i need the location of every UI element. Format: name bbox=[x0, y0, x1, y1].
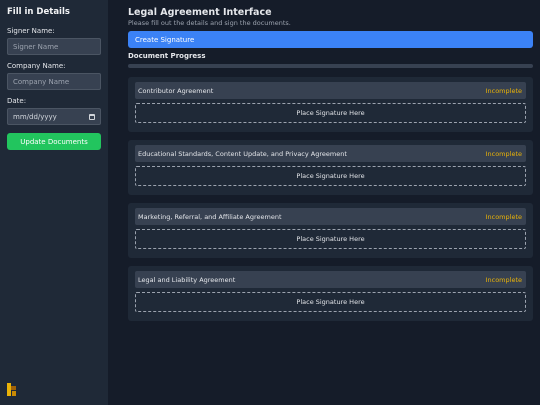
create-signature-button[interactable]: Create Signature bbox=[128, 31, 533, 48]
main-panel: Legal Agreement Interface Please fill ou… bbox=[128, 7, 533, 321]
signature-placeholder[interactable]: Place Signature Here bbox=[135, 103, 526, 123]
document-header: Contributor Agreement Incomplete bbox=[135, 82, 526, 99]
app-logo-icon bbox=[7, 383, 16, 396]
document-header: Legal and Liability Agreement Incomplete bbox=[135, 271, 526, 288]
document-name: Legal and Liability Agreement bbox=[138, 275, 236, 284]
date-label: Date: bbox=[7, 97, 27, 105]
page-subtitle: Please fill out the details and sign the… bbox=[128, 19, 291, 27]
document-name: Marketing, Referral, and Affiliate Agree… bbox=[138, 212, 282, 221]
signature-placeholder[interactable]: Place Signature Here bbox=[135, 292, 526, 312]
document-card: Contributor Agreement Incomplete Place S… bbox=[128, 77, 533, 132]
status-badge: Incomplete bbox=[485, 86, 522, 95]
signer-name-placeholder: Signer Name bbox=[13, 42, 59, 51]
signer-name-input[interactable]: Signer Name bbox=[7, 38, 101, 55]
calendar-icon[interactable] bbox=[89, 113, 95, 120]
document-header: Marketing, Referral, and Affiliate Agree… bbox=[135, 208, 526, 225]
document-list: Contributor Agreement Incomplete Place S… bbox=[128, 77, 533, 321]
sidebar-title: Fill in Details bbox=[7, 7, 70, 17]
status-badge: Incomplete bbox=[485, 149, 522, 158]
status-badge: Incomplete bbox=[485, 275, 522, 284]
signer-name-label: Signer Name: bbox=[7, 27, 55, 35]
document-card: Legal and Liability Agreement Incomplete… bbox=[128, 266, 533, 321]
status-badge: Incomplete bbox=[485, 212, 522, 221]
document-name: Contributor Agreement bbox=[138, 86, 214, 95]
page-title: Legal Agreement Interface bbox=[128, 7, 272, 18]
document-card: Educational Standards, Content Update, a… bbox=[128, 140, 533, 195]
company-name-input[interactable]: Company Name bbox=[7, 73, 101, 90]
company-name-label: Company Name: bbox=[7, 62, 66, 70]
date-input[interactable]: mm/dd/yyyy bbox=[7, 108, 101, 125]
sidebar: Fill in Details Signer Name: Signer Name… bbox=[0, 0, 108, 405]
update-documents-button[interactable]: Update Documents bbox=[7, 133, 101, 150]
company-name-placeholder: Company Name bbox=[13, 77, 70, 86]
document-header: Educational Standards, Content Update, a… bbox=[135, 145, 526, 162]
document-name: Educational Standards, Content Update, a… bbox=[138, 149, 347, 158]
progress-label: Document Progress bbox=[128, 52, 206, 60]
document-card: Marketing, Referral, and Affiliate Agree… bbox=[128, 203, 533, 258]
date-placeholder: mm/dd/yyyy bbox=[13, 112, 57, 121]
signature-placeholder[interactable]: Place Signature Here bbox=[135, 229, 526, 249]
signature-placeholder[interactable]: Place Signature Here bbox=[135, 166, 526, 186]
progress-bar bbox=[128, 64, 533, 68]
